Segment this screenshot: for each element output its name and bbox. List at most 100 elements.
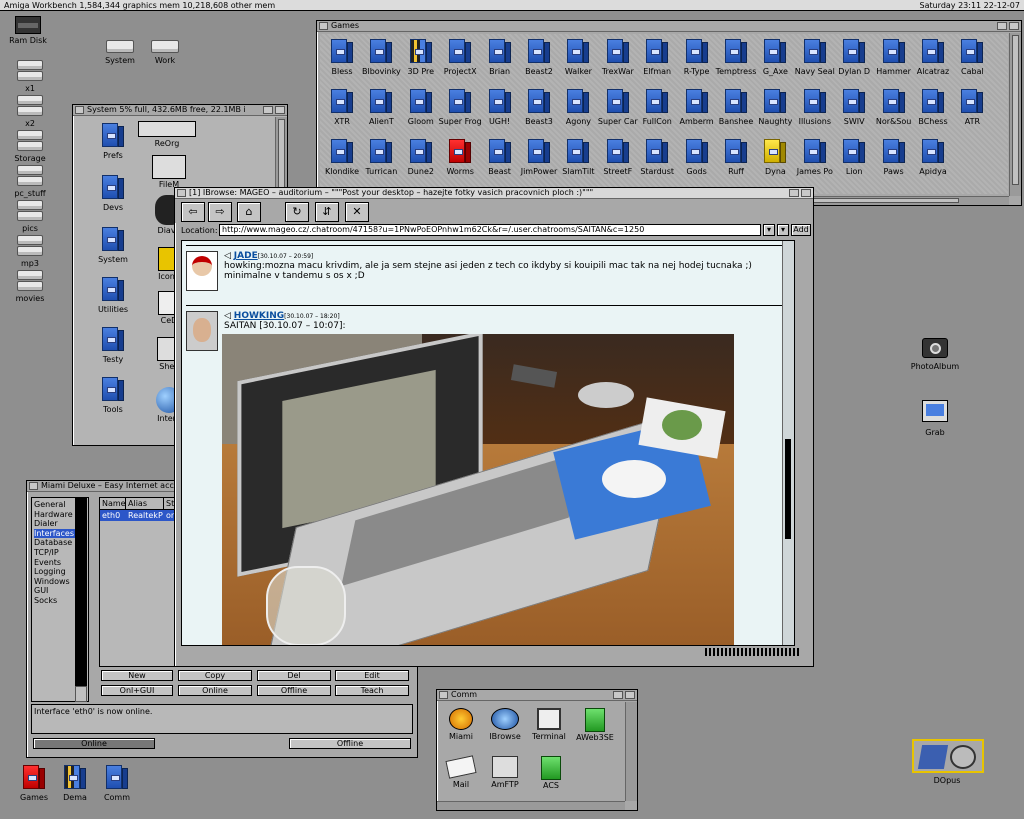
pc-stuff-disk-icon[interactable]: pc_stuff	[6, 161, 54, 199]
miami-scroll-arrows[interactable]	[75, 686, 87, 702]
game-drawer-icon[interactable]: Brian	[481, 39, 519, 77]
game-drawer-icon[interactable]: StreetF	[599, 139, 637, 177]
load-images-icon[interactable]: ⇵	[315, 202, 339, 222]
game-drawer-icon[interactable]: Banshee	[717, 89, 755, 127]
game-drawer-icon[interactable]: Navy Seal	[795, 39, 835, 77]
game-drawer-icon[interactable]: Apidya	[914, 139, 952, 177]
miami-interfaces-table[interactable]: Name Alias St eth0 RealtekP on	[99, 497, 179, 667]
game-drawer-icon[interactable]: Beast2	[520, 39, 558, 77]
comm-drawer-icon[interactable]: Comm	[93, 765, 141, 803]
miami-offline-small-button[interactable]: Offline	[257, 685, 331, 696]
miami-online-small-button[interactable]: Online	[178, 685, 252, 696]
stop-icon[interactable]: ✕	[345, 202, 369, 222]
game-drawer-icon[interactable]: Klondike	[323, 139, 361, 177]
depth-icon[interactable]	[801, 189, 811, 197]
game-drawer-icon[interactable]: SWIV	[835, 89, 873, 127]
mp3-disk-icon[interactable]: mp3	[6, 231, 54, 269]
url-input[interactable]: http://www.mageo.cz/.chatroom/47158?u=1P…	[219, 224, 761, 236]
table-row[interactable]: eth0 RealtekP on	[100, 510, 178, 521]
game-drawer-icon[interactable]: Hammer	[875, 39, 913, 77]
zoom-icon[interactable]	[789, 189, 799, 197]
game-drawer-icon[interactable]: Stardust	[638, 139, 676, 177]
game-drawer-icon[interactable]: Gods	[678, 139, 716, 177]
games-vertical-scrollbar[interactable]	[1009, 33, 1021, 196]
x2-disk-icon[interactable]: x2	[6, 91, 54, 129]
game-drawer-icon[interactable]: Naughty	[756, 89, 794, 127]
forward-arrow-icon[interactable]: ⇨	[208, 202, 232, 222]
comm-vertical-scrollbar[interactable]	[625, 702, 637, 801]
game-drawer-icon[interactable]: FullCon	[638, 89, 676, 127]
tools-drawer-icon[interactable]: Tools	[89, 377, 137, 415]
grab-icon[interactable]: Grab	[911, 400, 959, 438]
game-drawer-icon[interactable]: Temptress	[716, 39, 756, 77]
miami-copy-button[interactable]: Copy	[178, 670, 252, 681]
game-drawer-icon[interactable]: BChess	[914, 89, 952, 127]
system-title-bar[interactable]: System 5% full, 432.6MB free, 22.1MB i	[73, 105, 287, 116]
game-drawer-icon[interactable]: Dylan D	[835, 39, 873, 77]
prefs-drawer-icon[interactable]: Prefs	[89, 123, 137, 161]
games-title-bar[interactable]: Games	[317, 21, 1021, 32]
zoom-icon[interactable]	[997, 22, 1007, 30]
game-drawer-icon[interactable]: Blbovinky	[362, 39, 401, 77]
game-drawer-icon[interactable]: Dyna	[756, 139, 794, 177]
game-drawer-icon[interactable]: Cabal	[953, 39, 991, 77]
game-drawer-icon[interactable]: Turrican	[362, 139, 400, 177]
game-drawer-icon[interactable]: Lion	[835, 139, 873, 177]
ibrowse-title-bar[interactable]: [1] IBrowse: MAGEO – auditorium – """Pos…	[175, 188, 813, 199]
home-icon[interactable]: ⌂	[237, 202, 261, 222]
system-drawer-icon[interactable]: System	[89, 227, 137, 265]
game-drawer-icon[interactable]: Illusions	[796, 89, 834, 127]
game-drawer-icon[interactable]: ATR	[953, 89, 991, 127]
depth-icon[interactable]	[275, 106, 285, 114]
game-drawer-icon[interactable]: XTR	[323, 89, 361, 127]
game-drawer-icon[interactable]: Alcatraz	[914, 39, 952, 77]
depth-icon[interactable]	[625, 691, 635, 699]
miami-edit-button[interactable]: Edit	[335, 670, 409, 681]
miami-list-scrollbar[interactable]	[75, 497, 87, 702]
miami-teach-button[interactable]: Teach	[335, 685, 409, 696]
comm-title-bar[interactable]: Comm	[437, 690, 637, 701]
utilities-drawer-icon[interactable]: Utilities	[89, 277, 137, 315]
work-volume-icon[interactable]: Work	[141, 36, 189, 66]
game-drawer-icon[interactable]: TrexWar	[599, 39, 637, 77]
miami-offline-button[interactable]: Offline	[289, 738, 411, 749]
game-drawer-icon[interactable]: G_Axe	[756, 39, 794, 77]
close-icon[interactable]	[177, 189, 186, 197]
depth-icon[interactable]	[1009, 22, 1019, 30]
howking-username-link[interactable]: HOWKING	[234, 311, 284, 321]
game-drawer-icon[interactable]: ProjectX	[441, 39, 479, 77]
comm-horizontal-scrollbar[interactable]	[437, 801, 625, 810]
bookmark-dropdown-icon[interactable]: ▾	[777, 224, 789, 236]
zoom-icon[interactable]	[613, 691, 623, 699]
game-drawer-icon[interactable]: Beast	[481, 139, 519, 177]
aweb-app-icon[interactable]: AWeb3SE	[571, 708, 619, 743]
page-vertical-scrollbar[interactable]	[782, 241, 794, 645]
game-drawer-icon[interactable]: Super Frog	[439, 89, 482, 127]
reorg-tool-icon[interactable]: ReOrg	[138, 121, 196, 149]
game-drawer-icon[interactable]: James Po	[796, 139, 834, 177]
column-name-header[interactable]: Name	[100, 498, 126, 509]
game-drawer-icon[interactable]: R-Type	[678, 39, 716, 77]
game-drawer-icon[interactable]: Amberm	[678, 89, 716, 127]
miami-online-button[interactable]: Online	[33, 738, 155, 749]
game-drawer-icon[interactable]: SlamTilt	[559, 139, 597, 177]
ram-disk-icon[interactable]: Ram Disk	[4, 16, 52, 46]
game-drawer-icon[interactable]: Nor&Sou	[875, 89, 913, 127]
devs-drawer-icon[interactable]: Devs	[89, 175, 137, 213]
game-drawer-icon[interactable]: Ruff	[717, 139, 755, 177]
close-icon[interactable]	[29, 482, 38, 490]
miami-del-button[interactable]: Del	[257, 670, 331, 681]
reload-icon[interactable]: ↻	[285, 202, 309, 222]
x1-disk-icon[interactable]: x1	[6, 56, 54, 94]
back-arrow-icon[interactable]: ⇦	[181, 202, 205, 222]
photo-album-icon[interactable]: PhotoAlbum	[911, 338, 959, 372]
game-drawer-icon[interactable]: Super Car	[598, 89, 638, 127]
game-drawer-icon[interactable]: Bless	[323, 39, 361, 77]
column-alias-header[interactable]: Alias	[126, 498, 164, 509]
movies-disk-icon[interactable]: movies	[6, 266, 54, 304]
pics-disk-icon[interactable]: pics	[6, 196, 54, 234]
storage-disk-icon[interactable]: Storage	[6, 126, 54, 164]
close-icon[interactable]	[439, 691, 448, 699]
add-bookmark-button[interactable]: Add	[791, 224, 811, 236]
game-drawer-icon[interactable]: 3D Pre	[402, 39, 440, 77]
